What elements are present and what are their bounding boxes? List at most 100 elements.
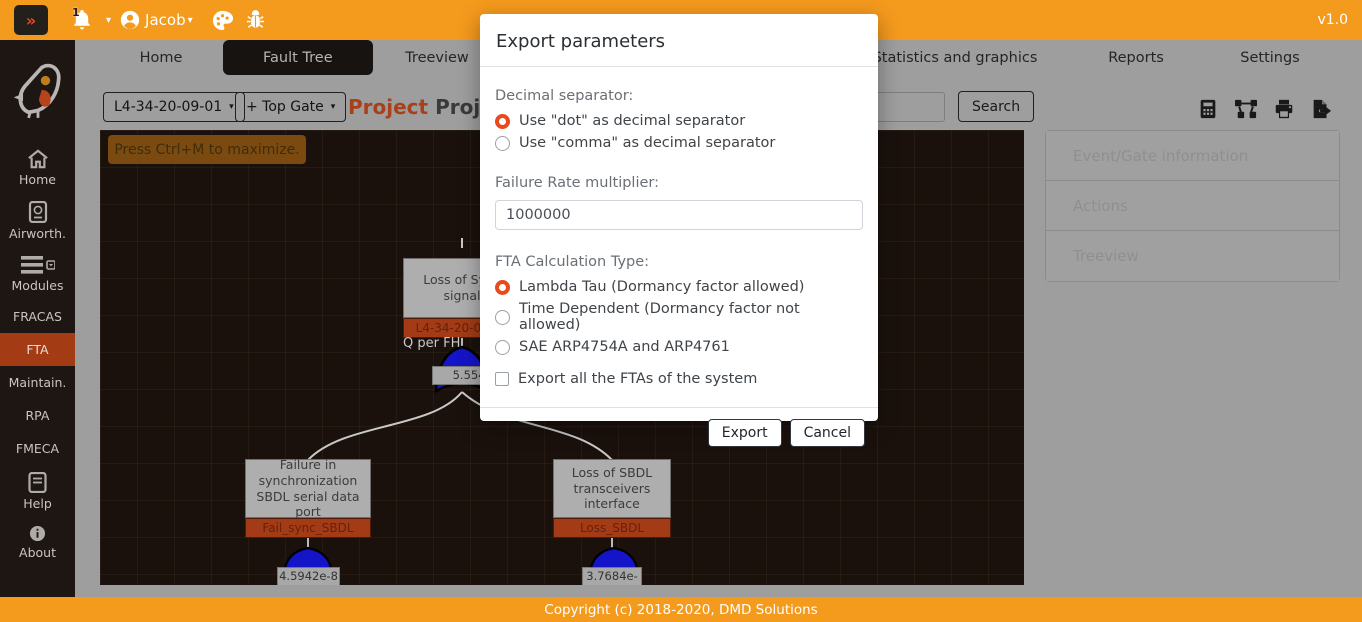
event-probability-value: 3.7684e-9 [582,567,642,585]
tab-fault-tree[interactable]: Fault Tree [223,40,373,75]
notification-badge: 1 [72,6,80,19]
chevron-down-icon: ▾ [229,102,234,112]
accordion-treeview[interactable]: Treeview [1046,231,1339,281]
tab-settings[interactable]: Settings [1240,40,1299,75]
fta-calc-type-label: FTA Calculation Type: [495,254,863,270]
radio-label: Use "comma" as decimal separator [519,135,775,151]
sidebar-label: RPA [26,408,50,423]
bars-icon [21,255,55,275]
house-icon [27,149,49,169]
event-node-id[interactable]: Loss_SBDL [553,518,671,538]
checkbox-icon[interactable] [495,372,509,386]
sidebar-item-fmeca[interactable]: FMECA [0,432,75,465]
sidebar: Home Airworth. Modules FRACAS FTA Mainta… [0,40,75,597]
sidebar-label: FTA [26,342,48,357]
tree-selector-value: L4-34-20-09-01 [114,99,222,115]
palette-icon [211,9,234,32]
tab-treeview[interactable]: Treeview [405,40,469,75]
radio-icon[interactable] [495,280,510,295]
modal-footer: Export Cancel [480,407,878,458]
tab-statistics-and-graphics[interactable]: Statistics and graphics [873,40,1038,75]
radio-icon[interactable] [495,136,510,151]
event-node-title[interactable]: Loss of SBDL transceivers interface [553,459,671,518]
add-top-gate-dropdown[interactable]: + Top Gate ▾ [235,92,346,122]
accordion-actions[interactable]: Actions [1046,181,1339,231]
passport-icon [28,201,48,223]
sidebar-item-airworthiness[interactable]: Airworth. [0,194,75,248]
sidebar-item-fta[interactable]: FTA [0,333,75,366]
decimal-separator-label: Decimal separator: [495,88,863,104]
print-icon[interactable] [1273,98,1295,120]
radio-icon[interactable] [495,310,510,325]
radio-sae-arp[interactable]: SAE ARP4754A and ARP4761 [495,339,863,355]
sidebar-item-about[interactable]: About [0,518,75,567]
sidebar-label: Airworth. [9,226,66,241]
sidebar-item-modules[interactable]: Modules [0,248,75,300]
event-node-id[interactable]: Fail_sync_SBDL [245,518,371,538]
project-diagram-icon[interactable] [1234,98,1258,120]
fault-tree-selector-dropdown[interactable]: L4-34-20-09-01 ▾ [103,92,245,122]
sidebar-item-maintain[interactable]: Maintain. [0,366,75,399]
failure-rate-input[interactable] [495,200,863,230]
sidebar-label: FMECA [16,441,59,456]
bug-icon [244,9,267,32]
radio-label: Use "dot" as decimal separator [519,113,745,129]
user-caret-icon: ▾ [188,15,193,26]
file-export-icon[interactable] [1310,98,1332,120]
sidebar-item-home[interactable]: Home [0,142,75,194]
debug-button[interactable] [244,9,267,32]
notifications-caret-icon[interactable]: ▾ [106,15,111,26]
app-logo-bird-icon [10,58,66,120]
sidebar-label: About [19,545,56,560]
modal-title: Export parameters [496,31,862,52]
notifications-button[interactable]: 1 [70,8,94,32]
theme-button[interactable] [211,9,234,32]
sidebar-label: Help [23,496,52,511]
radio-label: SAE ARP4754A and ARP4761 [519,339,730,355]
right-accordion-panel: Event/Gate information Actions Treeview [1045,130,1340,282]
checkbox-export-all-ftas[interactable]: Export all the FTAs of the system [495,371,863,387]
project-title: ProjectProje [348,95,494,119]
collapse-chevrons-icon: » [26,11,36,30]
maximize-hint-badge: Press Ctrl+M to maximize. [108,135,306,164]
tab-reports[interactable]: Reports [1108,40,1164,75]
event-node-title[interactable]: Failure in synchronization SBDL serial d… [245,459,371,518]
cancel-button[interactable]: Cancel [790,419,865,447]
app-version: v1.0 [1317,12,1348,28]
modal-header: Export parameters [480,14,878,67]
event-probability-value: 4.5942e-8 [277,567,340,585]
radio-icon[interactable] [495,114,510,129]
sidebar-label: Home [19,172,56,187]
project-label: Project [348,95,428,119]
user-circle-icon [119,9,141,31]
checkbox-label: Export all the FTAs of the system [518,371,757,387]
accordion-event-gate-information[interactable]: Event/Gate information [1046,131,1339,181]
tab-home[interactable]: Home [140,40,183,75]
search-button[interactable]: Search [958,91,1034,122]
user-menu[interactable]: Jacob ▾ [119,9,201,31]
radio-dot-separator[interactable]: Use "dot" as decimal separator [495,113,863,129]
radio-label: Time Dependent (Dormancy factor not allo… [519,301,863,333]
sidebar-label: FRACAS [13,309,62,324]
radio-lambda-tau[interactable]: Lambda Tau (Dormancy factor allowed) [495,279,863,295]
failure-rate-label: Failure Rate multiplier: [495,175,863,191]
top-gate-label: + Top Gate [246,99,324,115]
export-button[interactable]: Export [708,419,782,447]
user-name: Jacob [145,11,186,29]
sidebar-item-fracas[interactable]: FRACAS [0,300,75,333]
sidebar-label: Maintain. [9,375,67,390]
modal-body: Decimal separator: Use "dot" as decimal … [480,67,878,399]
radio-time-dependent[interactable]: Time Dependent (Dormancy factor not allo… [495,301,863,333]
copyright-text: Copyright (c) 2018-2020, DMD Solutions [544,602,817,618]
sidebar-item-rpa[interactable]: RPA [0,399,75,432]
sidebar-collapse-button[interactable]: » [14,5,48,35]
radio-comma-separator[interactable]: Use "comma" as decimal separator [495,135,863,151]
chevron-down-icon: ▾ [331,102,336,112]
radio-icon[interactable] [495,340,510,355]
footer: Copyright (c) 2018-2020, DMD Solutions [0,597,1362,622]
sidebar-item-help[interactable]: Help [0,465,75,518]
book-icon [28,472,47,493]
sidebar-label: Modules [12,278,64,293]
calculator-icon[interactable] [1197,98,1219,120]
export-parameters-modal: Export parameters Decimal separator: Use… [480,14,878,421]
